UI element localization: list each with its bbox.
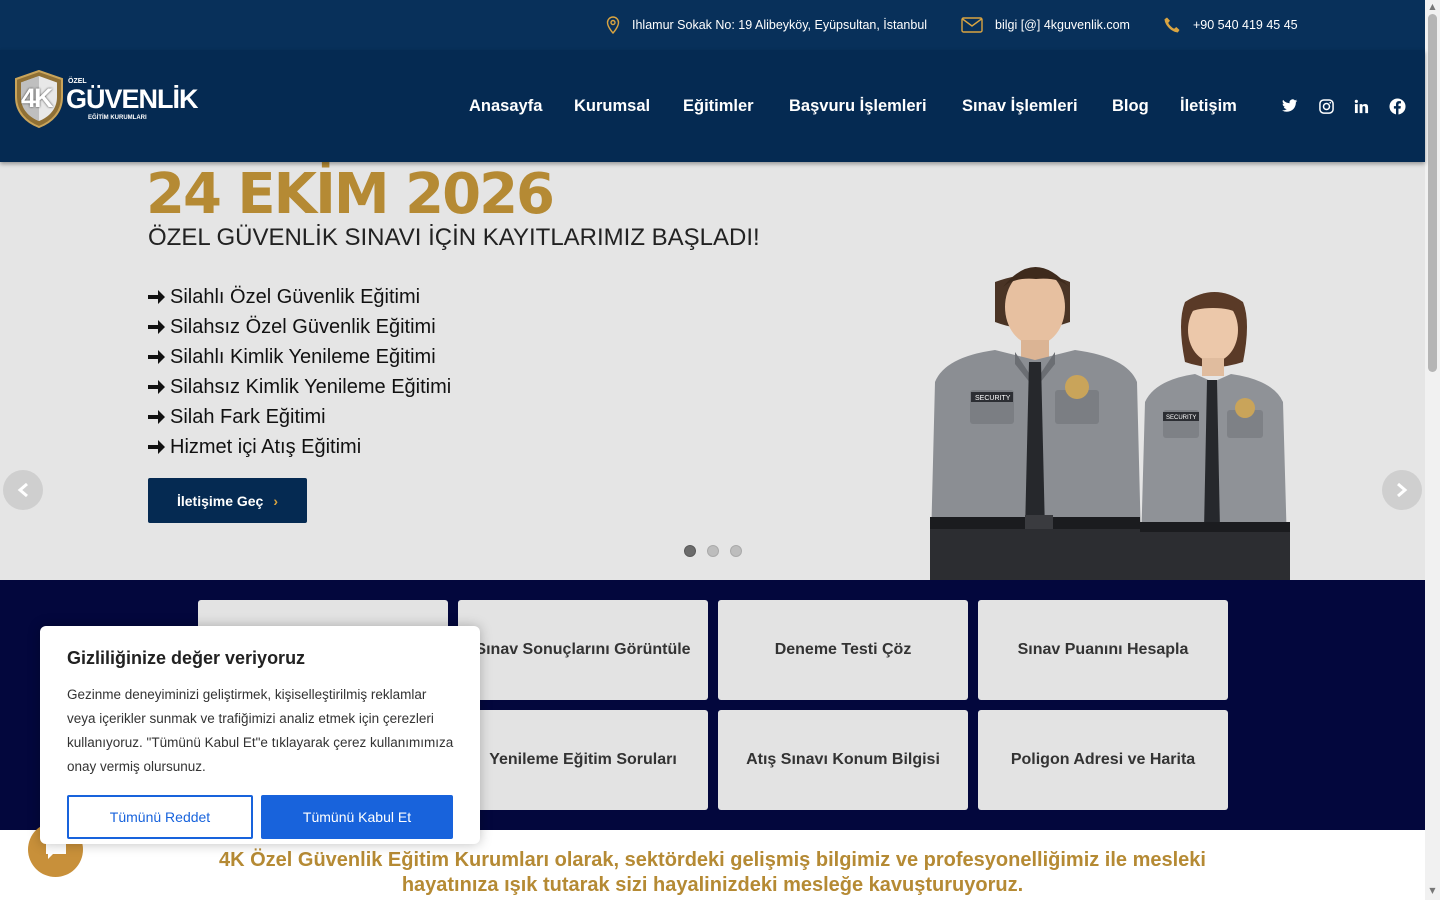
nav-item-kurumsal[interactable]: Kurumsal [574, 50, 650, 162]
list-item: Silahlı Özel Güvenlik Eğitimi [148, 282, 451, 312]
slider-dot-3[interactable] [730, 545, 742, 557]
nav-item-sinav[interactable]: Sınav İşlemleri [962, 50, 1078, 162]
arrow-right-icon [148, 290, 165, 304]
list-item: Silahlı Kimlik Yenileme Eğitimi [148, 342, 451, 372]
list-item: Silahsız Kimlik Yenileme Eğitimi [148, 372, 451, 402]
tile-exam-results[interactable]: Sınav Sonuçlarını Görüntüle [458, 600, 708, 700]
cookie-consent-banner: Gizliliğinize değer veriyoruz Gezinme de… [40, 626, 480, 844]
chevron-right-icon: › [273, 492, 279, 509]
address-info: Ihlamur Sokak No: 19 Alibeyköy, Eyüpsult… [606, 0, 927, 50]
phone-text[interactable]: +90 540 419 45 45 [1193, 18, 1298, 32]
svg-text:SECURITY: SECURITY [1166, 415, 1196, 421]
tile-polygon-map[interactable]: Poligon Adresi ve Harita [978, 710, 1228, 810]
nav-item-basvuru[interactable]: Başvuru İşlemleri [789, 50, 927, 162]
phone-icon [1164, 17, 1180, 33]
scroll-down-icon[interactable]: ▼ [1428, 886, 1437, 896]
cookie-title: Gizliliğinize değer veriyoruz [67, 648, 306, 668]
nav-item-iletisim[interactable]: İletişim [1180, 50, 1237, 162]
logo-badge: 4K [21, 83, 53, 113]
envelope-icon [961, 17, 983, 33]
arrow-right-icon [148, 320, 165, 334]
nav-item-egitimler[interactable]: Eğitimler [683, 50, 754, 162]
email-text[interactable]: bilgi [@] 4kguvenlik.com [995, 18, 1130, 32]
site-logo[interactable]: 4K ÖZEL GÜVENLİK EĞİTİM KURUMLARI [14, 70, 199, 130]
scroll-up-icon[interactable]: ▲ [1428, 2, 1437, 12]
slider-dot-2[interactable] [707, 545, 719, 557]
contact-cta-button[interactable]: İletişime Geç › [148, 478, 307, 523]
security-guards-image: SECURITY SECURITY [930, 267, 1290, 580]
arrow-right-icon [148, 350, 165, 364]
linkedin-icon[interactable] [1349, 94, 1373, 118]
chevron-right-icon [1397, 483, 1408, 497]
location-pin-icon [606, 16, 620, 34]
facebook-icon[interactable] [1385, 94, 1409, 118]
arrow-right-icon [148, 410, 165, 424]
chevron-left-icon [17, 483, 28, 497]
tile-renewal-questions[interactable]: Yenileme Eğitim Soruları [458, 710, 708, 810]
cookie-body: Gezinme deneyiminizi geliştirmek, kişise… [67, 687, 454, 774]
top-info-bar: Ihlamur Sokak No: 19 Alibeyköy, Eyüpsult… [0, 0, 1425, 50]
hero-subtitle: ÖZEL GÜVENLİK SINAVI İÇİN KAYITLARIMIZ B… [148, 224, 760, 251]
arrow-right-icon [148, 440, 165, 454]
slider-dot-1[interactable] [684, 545, 696, 557]
accept-all-button[interactable]: Tümünü Kabul Et [261, 795, 453, 839]
nav-item-blog[interactable]: Blog [1112, 50, 1149, 162]
reject-all-button[interactable]: Tümünü Reddet [67, 795, 253, 839]
phone-info[interactable]: +90 540 419 45 45 [1163, 0, 1298, 50]
tile-shooting-location[interactable]: Atış Sınavı Konum Bilgisi [718, 710, 968, 810]
hero-slider: 24 EKİM 2026 ÖZEL GÜVENLİK SINAVI İÇİN K… [0, 162, 1425, 580]
logo-main-text: GÜVENLİK [66, 84, 199, 114]
mission-text: 4K Özel Güvenlik Eğitim Kurumları olarak… [218, 849, 1206, 896]
logo-sub-text: EĞİTİM KURUMLARI [88, 115, 147, 121]
slider-dots [684, 545, 753, 557]
list-item: Silah Fark Eğitimi [148, 402, 451, 432]
page-scrollbar[interactable]: ▲ ▼ [1425, 0, 1440, 900]
tile-score-calculator[interactable]: Sınav Puanını Hesapla [978, 600, 1228, 700]
slider-next-button[interactable] [1382, 470, 1422, 510]
tile-practice-test[interactable]: Deneme Testi Çöz [718, 600, 968, 700]
training-list: Silahlı Özel Güvenlik Eğitimi Silahsız Ö… [148, 282, 451, 462]
scrollbar-thumb[interactable] [1428, 14, 1437, 372]
hero-date: 24 EKİM 2026 [146, 162, 555, 227]
email-info[interactable]: bilgi [@] 4kguvenlik.com [961, 0, 1130, 50]
nav-item-anasayfa[interactable]: Anasayfa [469, 50, 542, 162]
main-header: 4K ÖZEL GÜVENLİK EĞİTİM KURUMLARI Anasay… [0, 50, 1425, 162]
arrow-right-icon [148, 380, 165, 394]
svg-text:SECURITY: SECURITY [975, 395, 1011, 402]
address-text: Ihlamur Sokak No: 19 Alibeyköy, Eyüpsult… [632, 18, 928, 32]
slider-prev-button[interactable] [3, 470, 43, 510]
list-item: Hizmet içi Atış Eğitimi [148, 432, 451, 462]
instagram-icon[interactable] [1314, 94, 1338, 118]
twitter-icon[interactable] [1278, 94, 1302, 118]
list-item: Silahsız Özel Güvenlik Eğitimi [148, 312, 451, 342]
